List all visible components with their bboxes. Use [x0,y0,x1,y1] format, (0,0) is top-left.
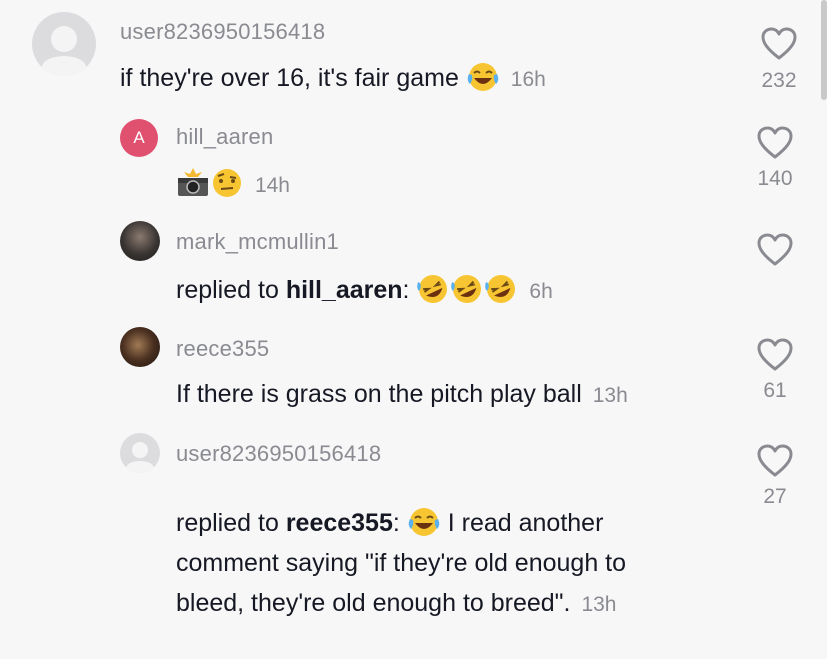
comment-text: If there is grass on the pitch play ball… [176,380,628,408]
comment-time: 16h [510,68,546,91]
like-count: 140 [757,167,793,190]
joy-emoji [467,63,499,91]
reply-target-link[interactable]: reece355 [286,509,393,537]
comment-text: 14h [176,164,290,206]
avatar[interactable] [120,433,160,473]
comment-username[interactable]: mark_mcmullin1 [176,229,339,255]
reply-target-link[interactable]: hill_aaren [286,276,403,304]
comment-time: 13h [581,593,617,616]
heart-icon[interactable] [757,233,793,267]
comment-time: 6h [529,280,553,303]
comment-time: 13h [592,384,628,407]
raised-eyebrow-emoji [213,169,241,197]
rofl-emoji [451,275,482,303]
heart-icon[interactable] [761,27,797,61]
comment-text: replied to reece355: I read another comm… [176,508,627,617]
like-count: 61 [763,379,787,402]
heart-icon[interactable] [757,126,793,160]
heart-icon[interactable] [757,338,793,372]
comment-username[interactable]: user8236950156418 [120,19,325,45]
comment-time: 14h [254,174,290,197]
heart-icon[interactable] [757,444,793,478]
avatar[interactable] [120,327,160,367]
comment-text: if they're over 16, it's fair game 16h [120,63,546,92]
rofl-emoji [417,275,448,303]
like-count: 27 [763,485,787,508]
camera-flash-emoji [178,168,208,196]
scrollbar[interactable] [821,0,827,100]
rofl-emoji [485,275,516,303]
comment-username[interactable]: user8236950156418 [176,441,381,467]
comment-text: replied to hill_aaren: 6h [176,270,553,312]
comment-username[interactable]: hill_aaren [176,124,273,150]
joy-emoji [408,508,440,536]
avatar[interactable] [32,12,96,76]
avatar[interactable] [120,221,160,261]
comment-username[interactable]: reece355 [176,336,269,362]
avatar[interactable]: A [120,119,158,157]
like-count: 232 [761,69,797,92]
